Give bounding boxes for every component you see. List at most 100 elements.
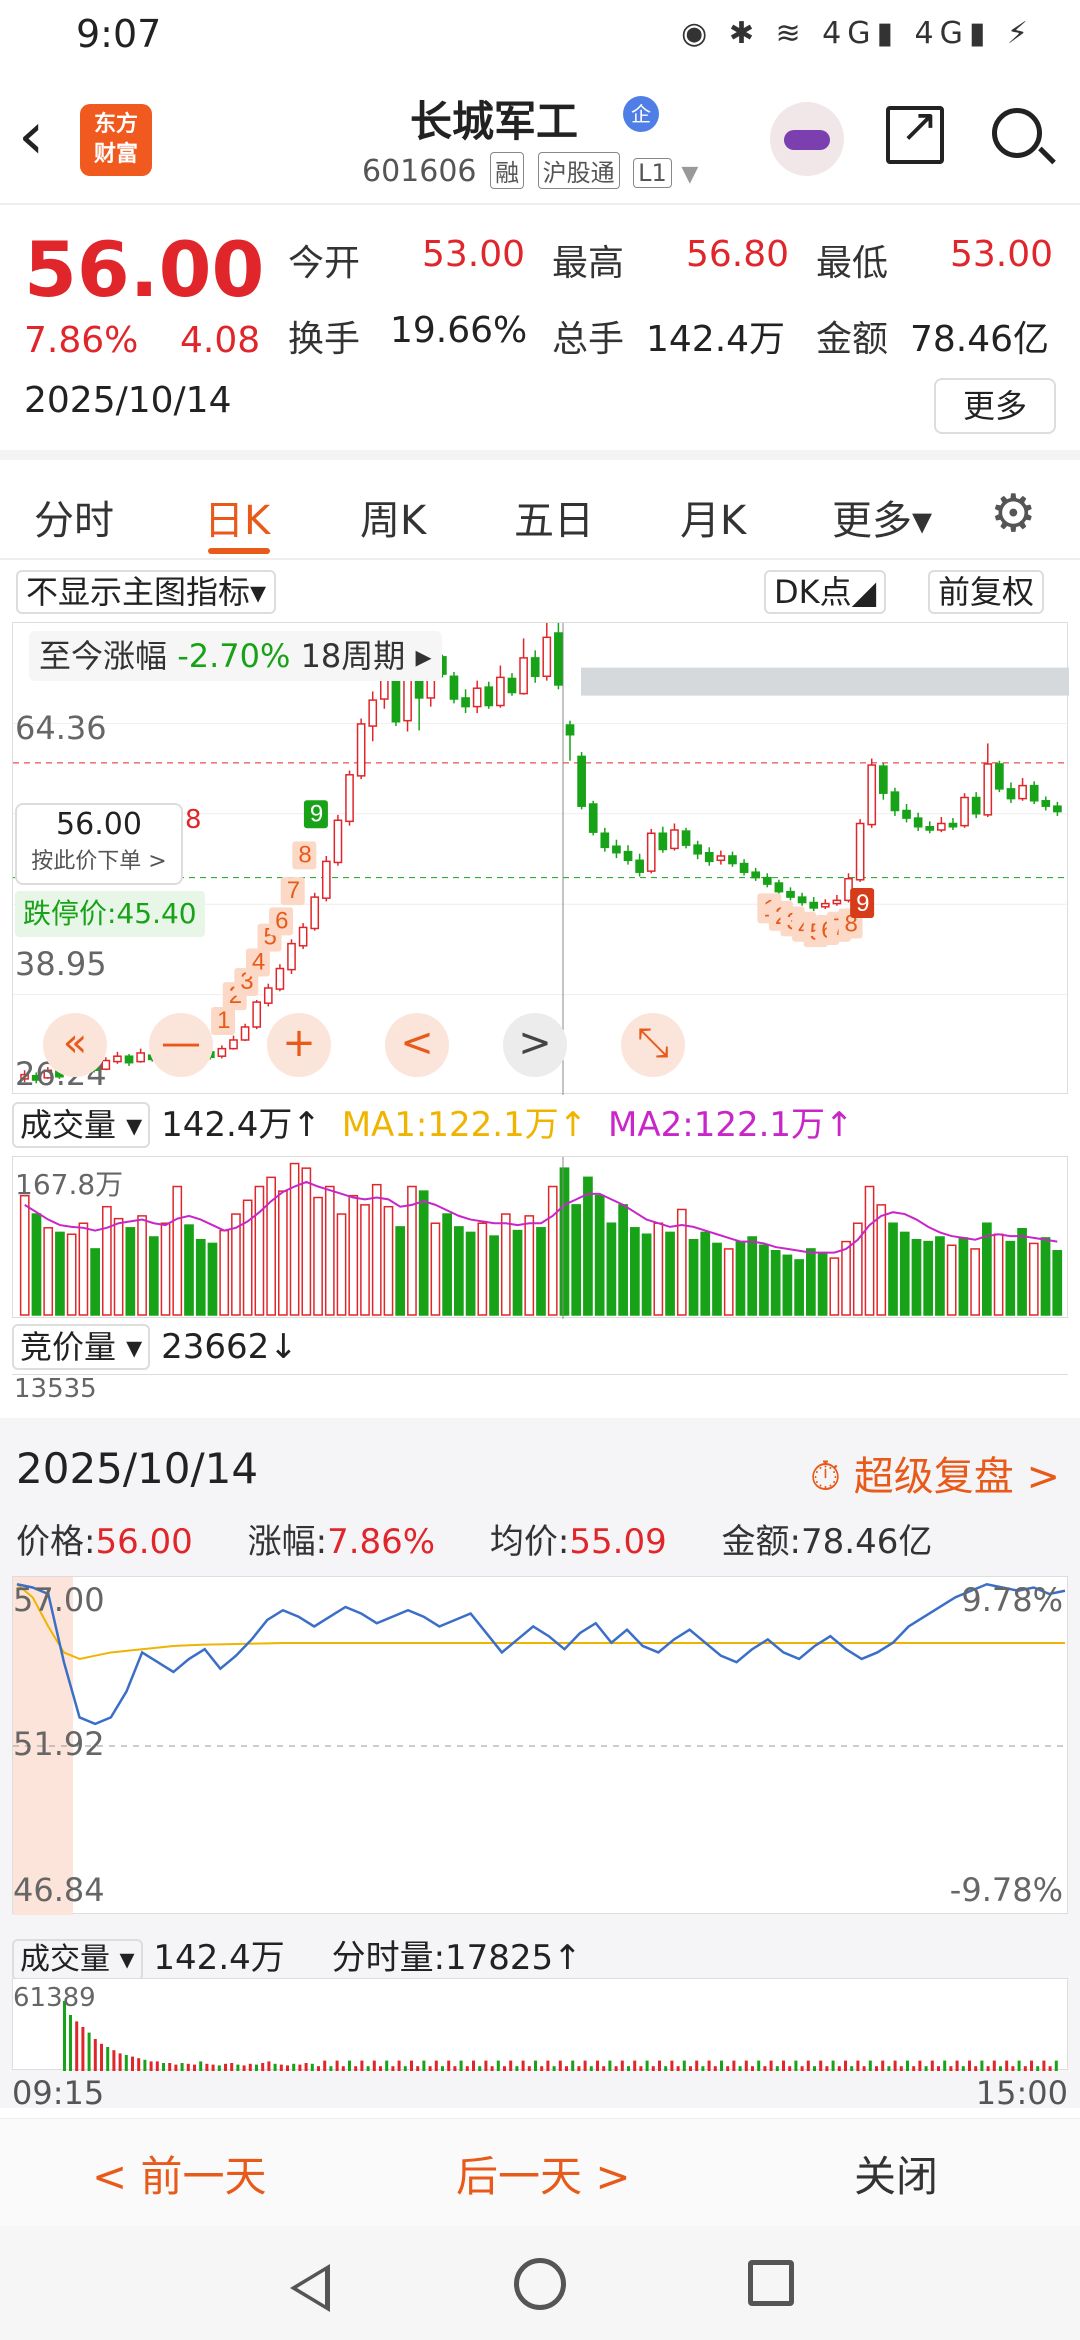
zoom-in-icon[interactable]: + — [267, 1013, 331, 1077]
stock-code-row[interactable]: 601606 融 沪股通 L1 ▼ — [362, 152, 698, 189]
volume-bar — [55, 1231, 65, 1316]
intraday-volume-bar — [744, 2060, 748, 2071]
kline-y-mid: 38.95 — [15, 945, 107, 983]
scroll-far-left-icon[interactable]: « — [43, 1013, 107, 1077]
intraday-volume-bar — [174, 2064, 178, 2071]
candle-body — [252, 1001, 262, 1028]
volume-bar — [782, 1254, 793, 1316]
intraday-volume-bar — [937, 2066, 940, 2071]
intraday-volume-bar — [645, 2060, 649, 2071]
scroll-right-icon[interactable]: > — [503, 1013, 567, 1077]
intraday-volume-bar — [224, 2063, 227, 2071]
intraday-volume-bar — [534, 2060, 537, 2071]
intraday-volume-bar — [472, 2060, 475, 2071]
intraday-volume-chart: 61389 — [12, 1978, 1068, 2071]
intraday-chart[interactable]: 57.00 51.92 46.84 9.78% -9.78% — [12, 1576, 1069, 1915]
td-up-count: 7 — [287, 877, 300, 904]
close-button[interactable]: 关闭 — [854, 2143, 938, 2204]
volume-value: 142.4万 — [646, 319, 786, 360]
tab-more[interactable]: 更多▾ — [832, 488, 932, 546]
intraday-volume-bar — [422, 2060, 426, 2071]
intraday-volume-bar — [856, 2060, 860, 2071]
intraday-volume-bar — [571, 2060, 575, 2071]
main-indicator-select[interactable]: 不显示主图指标▾ — [16, 570, 277, 614]
tab-intraday[interactable]: 分时 — [34, 488, 114, 546]
candle-body — [217, 1047, 227, 1057]
volume-bar — [1040, 1237, 1051, 1316]
intraday-pct-bottom: -9.78% — [949, 1871, 1063, 1909]
intraday-volume-bar — [186, 2063, 190, 2071]
intraday-volume-bar — [124, 2055, 128, 2071]
nav-back-icon[interactable] — [290, 2264, 330, 2312]
open-value: 53.00 — [422, 234, 526, 275]
candle-body — [704, 851, 714, 863]
share-icon[interactable] — [886, 98, 944, 164]
intraday-volume-bar — [341, 2066, 345, 2071]
zoom-out-icon[interactable]: — — [149, 1013, 213, 1077]
bid-indicator-row: 竞价量 ▾ 23662↓ — [12, 1322, 298, 1372]
candle-body — [310, 896, 320, 930]
intraday-volume-bar — [385, 2060, 389, 2071]
replay-panel: 2025/10/14 ⏱ 超级复盘 > 价格:56.00 涨幅:7.86% 均价… — [0, 1418, 1080, 2112]
intraday-volume-bar — [862, 2066, 866, 2071]
tab-daily-k[interactable]: 日K — [204, 488, 270, 546]
intraday-volume-bar — [540, 2066, 544, 2071]
volume-bar — [172, 1185, 183, 1316]
fullscreen-icon[interactable]: ⤡ — [621, 1013, 685, 1077]
candle-body — [693, 844, 703, 855]
prev-day-button[interactable]: < 前一天 — [92, 2143, 267, 2204]
back-icon[interactable]: ‹ — [18, 98, 78, 178]
gear-icon[interactable]: ⚙ — [990, 484, 1037, 544]
bid-indicator-select[interactable]: 竞价量 ▾ — [12, 1324, 151, 1370]
candle-body — [995, 763, 1004, 790]
volume-svg — [19, 1157, 1063, 1319]
tab-weekly-k[interactable]: 周K — [360, 488, 426, 546]
crosshair-price-tag[interactable]: 56.00 按此价下单 > — [15, 803, 183, 885]
scroll-left-icon[interactable]: < — [385, 1013, 449, 1077]
nav-recent-icon[interactable] — [748, 2260, 794, 2306]
intraday-volume-bar — [323, 2060, 327, 2071]
intraday-volume-bar — [664, 2066, 668, 2071]
intraday-volume-bar — [986, 2066, 990, 2071]
intraday-y-bottom: 46.84 — [13, 1871, 105, 1909]
candle-body — [298, 926, 308, 947]
candle-body — [484, 686, 494, 707]
crosshair-marker: 8 — [185, 805, 202, 835]
volume-chart[interactable]: 167.8万 — [12, 1156, 1068, 1319]
caret-down-icon: ▼ — [681, 162, 699, 187]
tab-monthly-k[interactable]: 月K — [680, 488, 746, 546]
nav-home-icon[interactable] — [514, 2258, 566, 2310]
dk-point-button[interactable]: DK点◢ — [764, 570, 887, 614]
intraday-volume-bar — [837, 2066, 841, 2071]
candle-body — [287, 942, 296, 971]
intraday-volume-bar — [738, 2066, 742, 2071]
volume-bar — [993, 1233, 1004, 1316]
intraday-volume-bar — [763, 2066, 767, 2071]
super-replay-link[interactable]: ⏱ 超级复盘 > — [810, 1444, 1060, 1502]
candle-body — [983, 763, 993, 816]
replay-stats-row: 价格:56.00 涨幅:7.86% 均价:55.09 金额:78.46亿 — [16, 1514, 932, 1563]
adjust-button[interactable]: 前复权 — [928, 570, 1045, 614]
intraday-volume-bar — [558, 2060, 562, 2071]
assistant-avatar[interactable] — [770, 102, 844, 176]
volume-indicator-select[interactable]: 成交量 ▾ — [12, 1102, 151, 1148]
next-day-button[interactable]: 后一天 > — [456, 2143, 631, 2204]
intraday-volume-bar — [155, 2061, 159, 2071]
replay-clock-icon: ⏱ — [809, 1454, 842, 1500]
intraday-volume-bar — [608, 2060, 612, 2071]
intraday-volume-bar — [1005, 2060, 1009, 2071]
search-icon[interactable] — [992, 108, 1042, 158]
volume-bar — [430, 1222, 441, 1316]
candle-body — [1029, 784, 1039, 802]
intraday-volume-bar — [1054, 2060, 1058, 2071]
range-change-label[interactable]: 至今涨幅 -2.70% 18周期 ▸ — [29, 631, 442, 681]
tab-five-day[interactable]: 五日 — [514, 488, 594, 546]
intraday-volume-bar — [633, 2060, 637, 2071]
intraday-volume-select[interactable]: 成交量 ▾ — [12, 1939, 143, 1981]
candle-body — [960, 796, 969, 827]
intraday-volume-bar — [831, 2060, 835, 2071]
kline-chart[interactable]: 123456789123456789 至今涨幅 -2.70% 18周期 ▸ 64… — [12, 622, 1069, 1095]
more-button[interactable]: 更多 — [934, 378, 1056, 434]
intraday-volume-bar — [360, 2060, 364, 2071]
volume-bar — [395, 1226, 406, 1316]
